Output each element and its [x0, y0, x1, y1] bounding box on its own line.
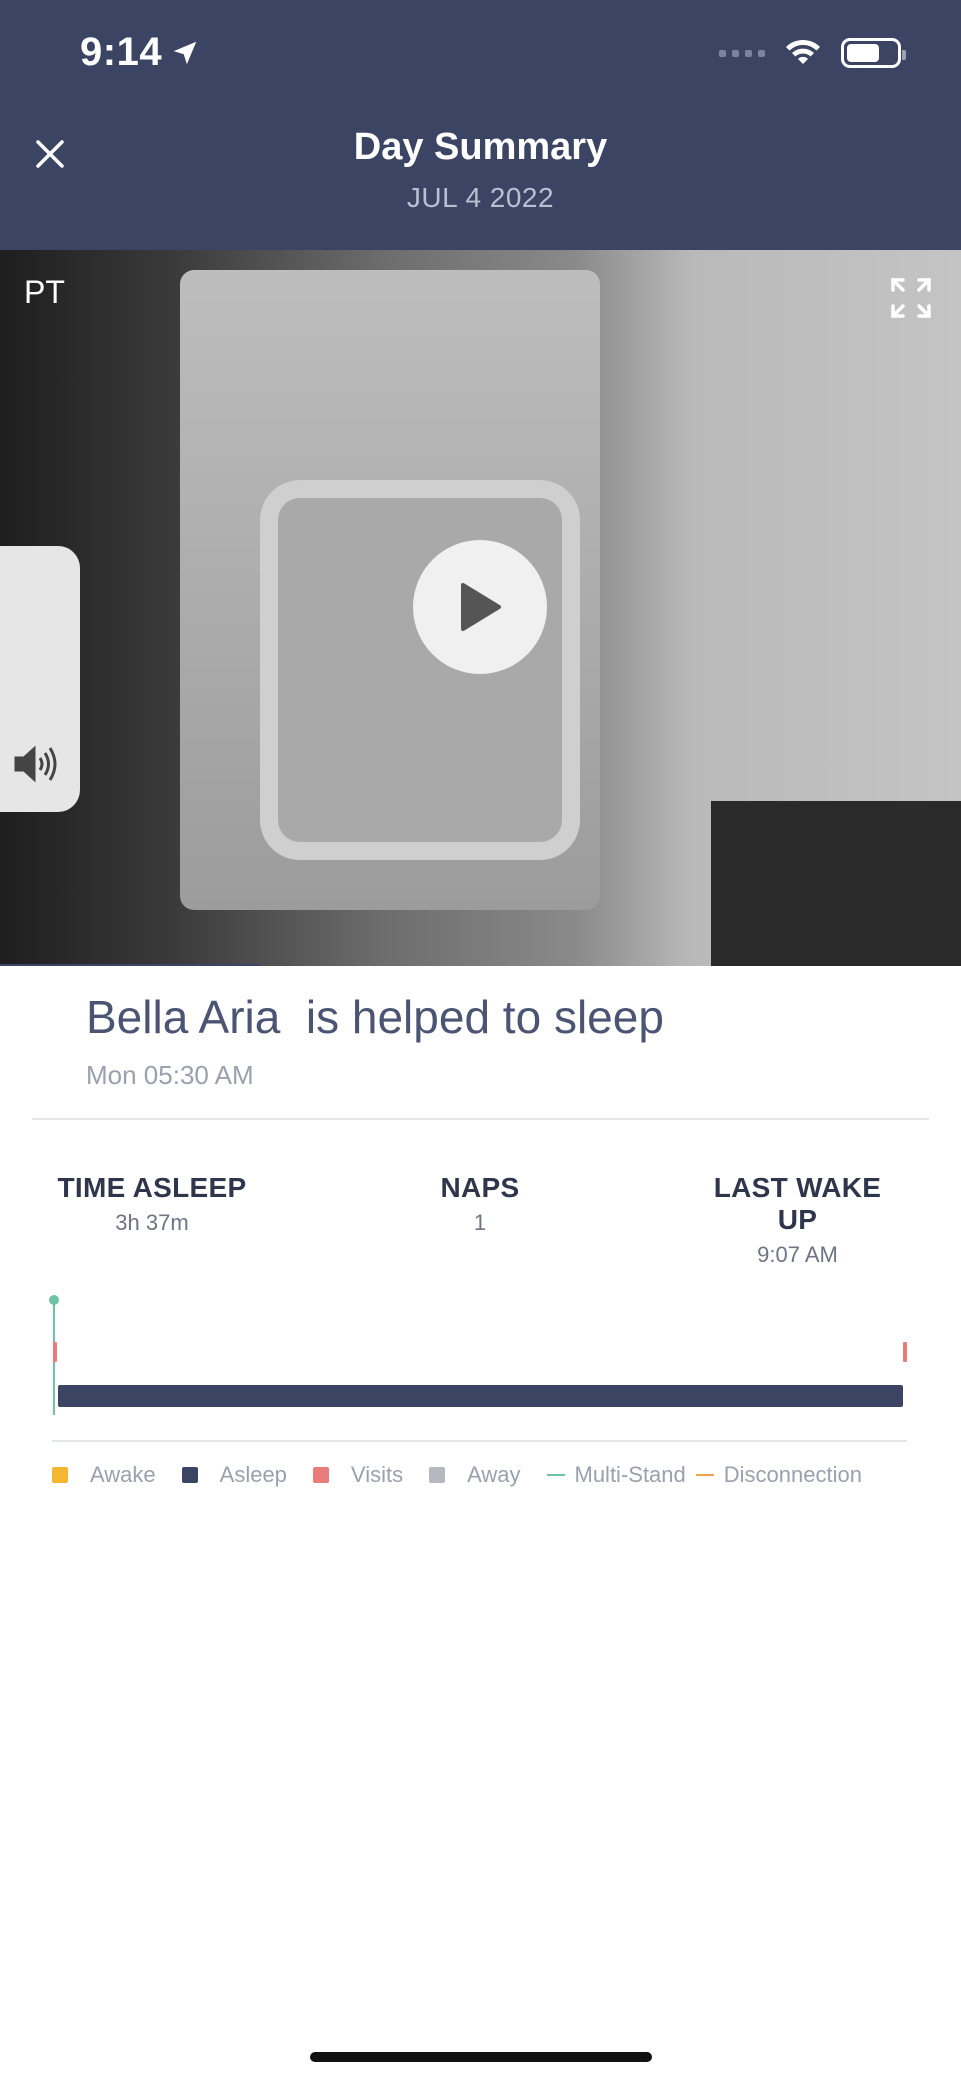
legend-item-away: Away — [429, 1462, 521, 1488]
legend-label: Away — [467, 1462, 521, 1487]
stat-value: 3h 37m — [115, 1210, 189, 1235]
event-time: Mon 05:30 AM — [86, 1060, 254, 1090]
sleep-timeline-chart — [49, 1295, 907, 1415]
video-player[interactable]: PT — [0, 250, 961, 966]
legend-label: Disconnection — [723, 1462, 862, 1487]
volume-button[interactable] — [12, 742, 64, 786]
video-frame-furniture — [711, 801, 961, 966]
speaker-icon — [14, 745, 57, 783]
header: 9:14 Day Summary JUL 4 2022 — [0, 0, 961, 250]
stat-naps: NAPS 1 — [420, 1172, 540, 1236]
legend-swatch — [546, 1474, 565, 1476]
event-title: Bella Aria is helped to sleep — [86, 991, 664, 1043]
stat-last-wake-up: LAST WAKE UP 9:07 AM — [690, 1172, 905, 1268]
page-date: JUL 4 2022 — [406, 182, 555, 213]
battery-icon — [841, 38, 906, 68]
chart-baseline — [52, 1440, 907, 1442]
asleep-bar — [58, 1385, 903, 1407]
legend-item-multi-stand: Multi-Stand — [546, 1462, 686, 1488]
chart-legend: Awake Asleep Visits Away Multi-Stand Disconne… — [52, 1462, 872, 1488]
legend-item-visits: Visits — [312, 1462, 404, 1488]
camera-label: PT — [24, 274, 65, 310]
status-bar-time: 9:14 — [80, 30, 200, 75]
legend-swatch — [312, 1467, 329, 1483]
visit-mark-0 — [53, 1342, 57, 1362]
legend-label: Awake — [90, 1462, 156, 1487]
stat-value: 9:07 AM — [757, 1242, 838, 1267]
legend-label: Asleep — [219, 1462, 287, 1487]
cellular-signal-icon — [719, 49, 765, 57]
stat-label: NAPS — [440, 1172, 520, 1203]
expand-icon — [891, 278, 931, 318]
video-frame-lounger — [260, 480, 580, 860]
video-progress-bar[interactable] — [0, 964, 260, 966]
multistand-marker-dot — [49, 1295, 59, 1305]
legend-item-awake: Awake — [52, 1462, 156, 1488]
location-arrow-icon — [173, 41, 197, 64]
stat-label: LAST WAKE UP — [713, 1172, 882, 1235]
legend-swatch — [695, 1474, 714, 1476]
stat-label: TIME ASLEEP — [57, 1172, 247, 1203]
stat-time-asleep: TIME ASLEEP 3h 37m — [52, 1172, 252, 1236]
home-indicator — [310, 2052, 652, 2062]
legend-label: Visits — [350, 1462, 404, 1487]
legend-item-asleep: Asleep — [181, 1462, 287, 1488]
stat-value: 1 — [473, 1210, 487, 1235]
legend-swatch — [181, 1467, 198, 1483]
divider — [32, 1118, 929, 1120]
wifi-icon — [786, 39, 820, 64]
visit-mark-1 — [903, 1342, 907, 1362]
legend-item-disconnection: Disconnection — [695, 1462, 862, 1488]
play-button[interactable] — [413, 540, 547, 674]
legend-label: Multi-Stand — [574, 1462, 686, 1487]
fullscreen-button[interactable] — [889, 276, 933, 320]
play-icon — [461, 583, 501, 631]
status-indicators — [719, 38, 906, 68]
legend-swatch — [52, 1467, 68, 1483]
page-title: Day Summary — [353, 126, 608, 168]
legend-swatch — [429, 1467, 446, 1483]
clock: 9:14 — [80, 30, 163, 74]
